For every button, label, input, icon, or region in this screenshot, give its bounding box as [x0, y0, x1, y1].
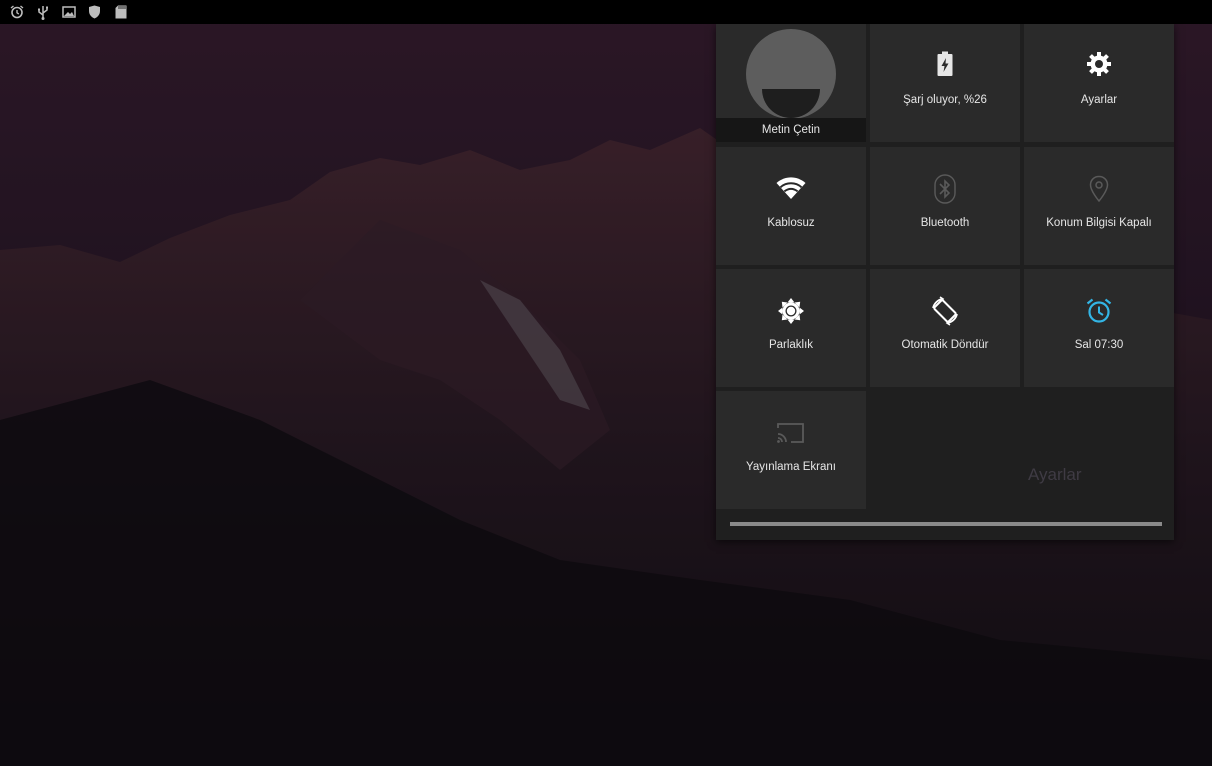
alarm-icon: [1084, 296, 1114, 326]
location-icon: [1084, 174, 1114, 204]
wifi-label: Kablosuz: [767, 217, 815, 229]
battery-charging-icon: [930, 49, 960, 79]
empty-tile-area: [870, 391, 1174, 509]
bluetooth-tile[interactable]: Bluetooth: [870, 147, 1020, 265]
cast-icon: [776, 418, 806, 448]
location-label: Konum Bilgisi Kapalı: [1046, 217, 1152, 229]
avatar-icon: [746, 29, 836, 119]
auto-rotate-tile[interactable]: Otomatik Döndür: [870, 269, 1020, 387]
quick-settings-panel: Metin Çetin Şarj oluyor, %26 Ayarlar Kab…: [716, 24, 1174, 540]
bluetooth-label: Bluetooth: [920, 217, 970, 229]
user-name: Metin Çetin: [716, 118, 866, 142]
user-tile[interactable]: Metin Çetin: [716, 24, 866, 142]
alarm-icon: [9, 5, 24, 20]
image-icon: [61, 5, 76, 20]
alarm-label: Sal 07:30: [1074, 339, 1124, 351]
wifi-tile[interactable]: Kablosuz: [716, 147, 866, 265]
brightness-icon: [776, 296, 806, 326]
status-bar: [0, 0, 1212, 24]
usb-icon: [35, 5, 50, 20]
brightness-label: Parlaklık: [768, 339, 814, 351]
battery-tile[interactable]: Şarj oluyor, %26: [870, 24, 1020, 142]
wifi-icon: [776, 174, 806, 204]
shield-icon: [87, 5, 102, 20]
auto-rotate-label: Otomatik Döndür: [901, 339, 989, 351]
cast-screen-label: Yayınlama Ekranı: [746, 461, 836, 473]
settings-tile[interactable]: Ayarlar: [1024, 24, 1174, 142]
auto-rotate-icon: [930, 296, 960, 326]
gear-icon: [1084, 49, 1114, 79]
bluetooth-icon: [930, 174, 960, 204]
panel-divider: [730, 522, 1162, 526]
background-settings-text: Ayarlar: [1028, 465, 1082, 484]
alarm-tile[interactable]: Sal 07:30: [1024, 269, 1174, 387]
sd-card-icon: [113, 5, 128, 20]
cast-screen-tile[interactable]: Yayınlama Ekranı: [716, 391, 866, 509]
battery-label: Şarj oluyor, %26: [903, 94, 987, 106]
settings-label: Ayarlar: [1080, 94, 1118, 106]
brightness-tile[interactable]: Parlaklık: [716, 269, 866, 387]
location-tile[interactable]: Konum Bilgisi Kapalı: [1024, 147, 1174, 265]
